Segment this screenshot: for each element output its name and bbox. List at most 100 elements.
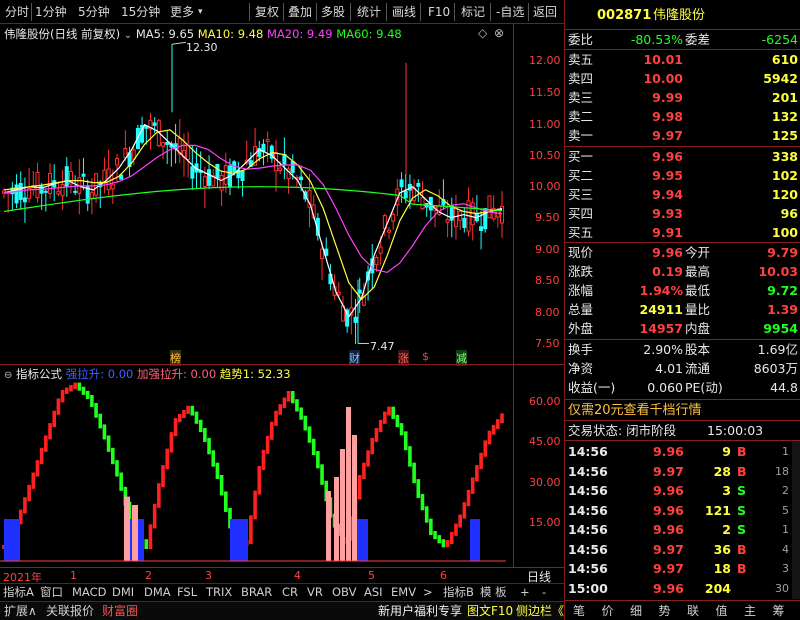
trend-bar	[144, 539, 149, 549]
trend-bar	[177, 414, 182, 423]
mark-button[interactable]: 标记	[461, 3, 485, 21]
tab-fsl[interactable]: FSL	[177, 584, 197, 600]
tabs-next-button[interactable]: >	[423, 584, 433, 600]
watchlist-button[interactable]: -自选	[496, 3, 524, 21]
candle-body	[374, 257, 379, 266]
tab-obv[interactable]: OBV	[332, 584, 356, 600]
quote-tab[interactable]: 价	[602, 602, 614, 620]
tab-more[interactable]: 更多	[170, 3, 194, 21]
price-tick: 11.50	[529, 86, 561, 99]
tick-time: 14:56	[568, 541, 608, 557]
tab-dma[interactable]: DMA	[144, 584, 171, 600]
price-tick: 9.50	[535, 211, 560, 224]
trend-bar	[203, 428, 207, 442]
new-user-benefit-link[interactable]: 新用户福利专享	[378, 602, 462, 620]
tab-dmi[interactable]: DMI	[112, 584, 134, 600]
tab-trix[interactable]: TRIX	[206, 584, 232, 600]
trend-bar	[223, 491, 228, 512]
stat-value: 0.19	[652, 264, 683, 279]
marker-dollar[interactable]: $	[422, 350, 429, 363]
stat-value: 44.8	[770, 380, 798, 395]
tab-macd[interactable]: MACD	[72, 584, 106, 600]
indicator-panel[interactable]: ⊖ 指标公式 强拉升: 0.00 加强拉升: 0.00 趋势1: 52.33	[0, 365, 564, 567]
tab-intraday[interactable]: 分时	[5, 3, 29, 21]
bid-label: 买四	[568, 206, 594, 221]
candle-body	[240, 170, 245, 182]
quote-tab[interactable]: 势	[659, 602, 671, 620]
main-chart-panel[interactable]: 伟隆股份(日线 前复权) ⌄ MA5: 9.65 MA10: 9.48 MA20…	[0, 24, 564, 366]
trend-bar	[408, 446, 412, 467]
wealth-circle-button[interactable]: 财富圈	[102, 602, 138, 620]
trend-bar	[374, 428, 379, 442]
trend-bar	[219, 475, 224, 496]
tab-indicator-b[interactable]: 指标B	[443, 584, 474, 600]
f10-button[interactable]: F10	[428, 3, 450, 21]
f10-graphic-link[interactable]: 图文F10	[467, 602, 513, 620]
enhanced-rise-bar	[334, 477, 339, 561]
trend-bar	[454, 523, 458, 536]
tab-emv[interactable]: EMV	[391, 584, 416, 600]
tab-15min[interactable]: 15分钟	[121, 3, 160, 21]
stat-value: 1.39	[767, 302, 798, 317]
quote-tab[interactable]: 细	[630, 602, 642, 620]
multi-stock-button[interactable]: 多股	[321, 3, 345, 21]
more-dropdown-icon[interactable]: ▾	[198, 3, 203, 21]
quote-tab[interactable]: 值	[716, 602, 728, 620]
tick-count: 2	[782, 484, 789, 497]
trend-bar	[152, 503, 157, 529]
trend-bar	[366, 450, 370, 467]
overlay-button[interactable]: 叠加	[288, 3, 312, 21]
trend-bar	[194, 411, 199, 424]
tick-volume: 28	[713, 463, 731, 479]
tick-count: 3	[782, 562, 789, 575]
candle-body	[202, 176, 207, 188]
tab-window[interactable]: 窗口	[40, 584, 63, 600]
promo-link[interactable]: 仅需20元查看千档行情	[568, 401, 702, 420]
stat-value: 1.94%	[639, 283, 683, 298]
remove-indicator-button[interactable]: -	[542, 584, 546, 600]
draw-line-button[interactable]: 画线	[392, 3, 416, 21]
tab-template[interactable]: 模 板	[480, 584, 507, 600]
add-indicator-button[interactable]: +	[520, 584, 530, 600]
promo-row[interactable]: 仅需20元查看千档行情	[565, 401, 800, 420]
back-button[interactable]: 返回	[533, 3, 557, 21]
trade-status-row: 交易状态: 闭市阶段 15:00:03	[565, 421, 800, 440]
toolbar-divider	[454, 3, 455, 21]
ask-label: 卖一	[568, 128, 594, 143]
tab-1min[interactable]: 1分钟	[35, 3, 67, 21]
trend-bar	[412, 462, 416, 484]
quote-tab[interactable]: 联	[687, 602, 699, 620]
sidebar-toggle[interactable]: 侧边栏《	[516, 602, 564, 620]
indicator-axis: 60.00 45.00 30.00 15.00	[513, 365, 564, 567]
bid-row: 买一 9.96 338	[565, 147, 800, 166]
tick-price: 9.96	[653, 502, 684, 518]
trend-bar	[161, 465, 165, 488]
candle-body	[357, 289, 362, 294]
expand-button[interactable]: 扩展∧	[4, 602, 37, 620]
ask-price: 9.98	[652, 109, 683, 124]
statistics-button[interactable]: 统计	[357, 3, 381, 21]
tick-count: 1	[782, 445, 789, 458]
stat2-row: 换手 2.90% 股本 1.69亿	[565, 340, 800, 359]
tab-indicator-a[interactable]: 指标A	[3, 584, 34, 600]
stat-value: 9954	[763, 321, 798, 336]
tab-asi[interactable]: ASI	[364, 584, 383, 600]
trend-bar	[98, 413, 103, 429]
related-quote-button[interactable]: 关联报价	[46, 602, 94, 620]
candle-body	[378, 246, 383, 254]
tab-5min[interactable]: 5分钟	[78, 3, 110, 21]
tab-brar[interactable]: BRAR	[241, 584, 272, 600]
quote-tab[interactable]: 主	[744, 602, 756, 620]
trend-bar	[307, 426, 312, 443]
quote-tab[interactable]: 笔	[573, 602, 585, 620]
fuquan-button[interactable]: 复权	[255, 3, 279, 21]
tick-volume: 2	[722, 522, 731, 537]
candle-body	[94, 173, 99, 196]
tab-cr[interactable]: CR	[282, 584, 298, 600]
trend-bar	[290, 391, 295, 404]
bid-price: 9.96	[652, 149, 683, 164]
ask-price: 10.01	[643, 52, 683, 67]
tick-price: 9.96	[653, 522, 684, 537]
tab-vr[interactable]: VR	[307, 584, 323, 600]
quote-tab[interactable]: 筹	[773, 602, 785, 620]
